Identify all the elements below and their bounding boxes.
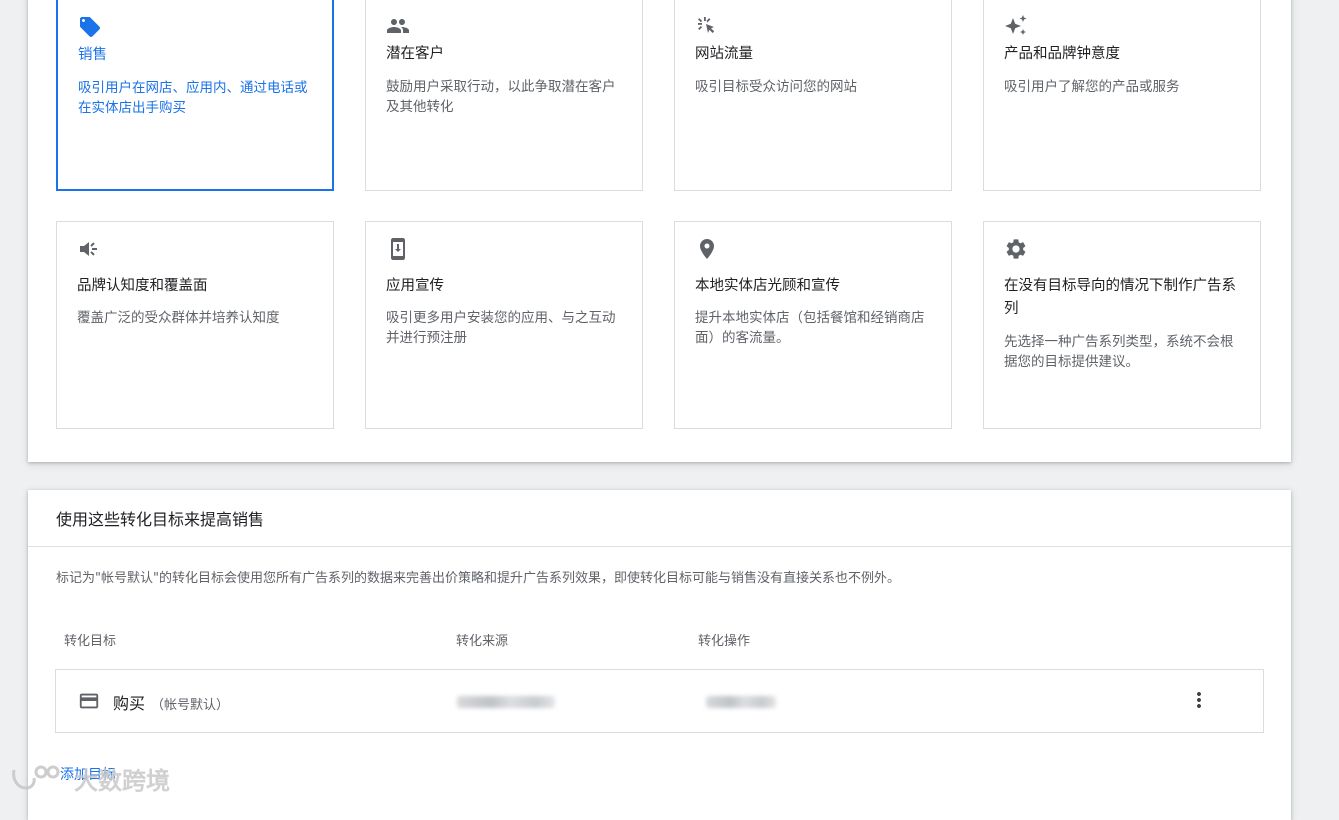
blurred-conversion-source	[457, 696, 555, 708]
goal-title: 品牌认知度和覆盖面	[77, 278, 208, 294]
add-goal-link[interactable]: 添加目标	[60, 764, 116, 784]
column-header-goal: 转化目标	[64, 634, 117, 649]
goal-title: 潜在客户	[386, 46, 444, 62]
goal-card-brand-consideration[interactable]: 产品和品牌钟意度 吸引用户了解您的产品或服务	[983, 0, 1261, 191]
conversion-goals-panel: 使用这些转化目标来提高销售 标记为"帐号默认"的转化目标会使用您所有广告系列的数…	[28, 490, 1291, 820]
goal-card-brand-awareness[interactable]: 品牌认知度和覆盖面 覆盖广泛的受众群体并培养认知度	[56, 221, 334, 429]
goal-card-sales[interactable]: 销售 吸引用户在网店、应用内、通过电话或在实体店出手购买	[56, 0, 334, 191]
sparkle-icon	[1005, 15, 1027, 35]
goal-card-website-traffic[interactable]: 网站流量 吸引目标受众访问您的网站	[674, 0, 952, 191]
goal-card-leads[interactable]: 潜在客户 鼓励用户采取行动，以此争取潜在客户及其他转化	[365, 0, 643, 191]
credit-card-icon	[79, 693, 99, 709]
goal-description: 提升本地实体店（包括餐馆和经销商店面）的客流量。	[695, 310, 925, 346]
cursor-click-icon	[698, 17, 715, 33]
gear-icon	[1006, 239, 1026, 259]
section-title: 使用这些转化目标来提高销售	[56, 510, 265, 529]
account-default-tag: （帐号默认）	[151, 698, 230, 713]
goal-title: 销售	[78, 47, 107, 63]
tag-icon	[80, 17, 100, 37]
goal-title: 应用宣传	[386, 278, 444, 294]
goal-description: 吸引更多用户安装您的应用、与之互动并进行预注册	[386, 310, 616, 346]
goal-title: 产品和品牌钟意度	[1004, 46, 1120, 62]
goal-title: 在没有目标导向的情况下制作广告系列	[1004, 278, 1236, 317]
people-icon	[387, 19, 409, 33]
more-vert-icon[interactable]	[1187, 688, 1211, 712]
goal-description: 吸引用户了解您的产品或服务	[1004, 79, 1180, 95]
section-description: 标记为"帐号默认"的转化目标会使用您所有广告系列的数据来完善出价策略和提升广告系…	[56, 571, 900, 586]
divider	[28, 546, 1291, 547]
goal-description: 吸引用户在网店、应用内、通过电话或在实体店出手购买	[78, 80, 308, 116]
goal-card-no-guidance[interactable]: 在没有目标导向的情况下制作广告系列 先选择一种广告系列类型，系统不会根据您的目标…	[983, 221, 1261, 429]
goal-description: 吸引目标受众访问您的网站	[695, 79, 857, 95]
goal-description: 先选择一种广告系列类型，系统不会根据您的目标提供建议。	[1004, 334, 1234, 370]
table-row[interactable]: 购买 （帐号默认）	[55, 669, 1264, 733]
column-header-action: 转化操作	[698, 634, 751, 649]
megaphone-icon	[80, 242, 97, 256]
goal-card-local-store[interactable]: 本地实体店光顾和宣传 提升本地实体店（包括餐馆和经销商店面）的客流量。	[674, 221, 952, 429]
phone-download-icon	[391, 238, 405, 260]
goal-description: 鼓励用户采取行动，以此争取潜在客户及其他转化	[386, 79, 616, 115]
location-pin-icon	[700, 239, 714, 259]
conversion-goal-name: 购买 （帐号默认）	[113, 690, 229, 714]
goal-title: 网站流量	[695, 46, 753, 62]
goal-description: 覆盖广泛的受众群体并培养认知度	[77, 310, 280, 326]
blurred-conversion-action	[706, 696, 776, 708]
goal-card-app-promotion[interactable]: 应用宣传 吸引更多用户安装您的应用、与之互动并进行预注册	[365, 221, 643, 429]
campaign-goal-panel: 销售 吸引用户在网店、应用内、通过电话或在实体店出手购买 潜在客户 鼓励用户采取…	[28, 0, 1291, 462]
column-header-source: 转化来源	[456, 634, 509, 649]
goal-label: 购买	[113, 694, 146, 713]
goal-title: 本地实体店光顾和宣传	[695, 278, 840, 294]
